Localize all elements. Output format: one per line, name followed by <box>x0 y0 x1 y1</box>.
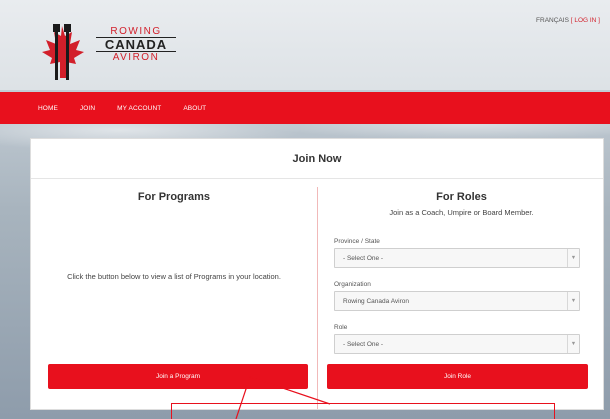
roles-column: For Roles Join as a Coach, Umpire or Boa… <box>318 180 605 411</box>
nav-item-home[interactable]: HOME <box>38 105 58 112</box>
province-label: Province / State <box>334 238 380 245</box>
page-title: Join Now <box>31 139 603 179</box>
organization-label: Organization <box>334 281 371 288</box>
logo-line-1: ROWING <box>110 26 162 37</box>
header-links: FRANÇAIS [ LOG IN ] <box>536 17 600 24</box>
roles-description: Join as a Coach, Umpire or Board Member. <box>389 208 534 217</box>
main-nav: HOME JOIN MY ACCOUNT ABOUT <box>0 92 610 124</box>
nav-item-my-account[interactable]: MY ACCOUNT <box>117 105 161 112</box>
chevron-down-icon[interactable]: ▼ <box>567 249 579 267</box>
role-select-value: - Select One - <box>343 340 384 348</box>
organization-select[interactable]: Rowing Canada Aviron ▼ <box>334 291 580 311</box>
programs-column: For Programs Click the button below to v… <box>31 180 317 411</box>
nav-item-join[interactable]: JOIN <box>80 105 95 112</box>
logo-line-2: CANADA <box>96 37 176 52</box>
province-select-value: - Select One - <box>343 254 384 262</box>
organization-select-value: Rowing Canada Aviron <box>343 297 410 305</box>
site-header: ROWING CANADA AVIRON FRANÇAIS [ LOG IN ] <box>0 0 610 90</box>
programs-description: Click the button below to view a list of… <box>67 272 281 281</box>
join-panel: Join Now For Programs Click the button b… <box>30 138 604 410</box>
language-toggle-link[interactable]: FRANÇAIS <box>536 17 569 24</box>
logo-line-3: AVIRON <box>112 52 160 63</box>
roles-heading: For Roles <box>436 191 487 203</box>
annotation-callout <box>171 403 555 419</box>
chevron-down-icon[interactable]: ▼ <box>567 335 579 353</box>
nav-item-about[interactable]: ABOUT <box>183 105 206 112</box>
login-link[interactable]: [ LOG IN ] <box>571 17 600 24</box>
chevron-down-icon[interactable]: ▼ <box>567 292 579 310</box>
programs-heading: For Programs <box>137 191 211 203</box>
join-role-button[interactable]: Join Role <box>327 364 588 389</box>
logo-wordmark: ROWING CANADA AVIRON <box>96 26 176 63</box>
join-program-button[interactable]: Join a Program <box>48 364 308 389</box>
role-select[interactable]: - Select One - ▼ <box>334 334 580 354</box>
role-label: Role <box>334 324 348 331</box>
province-select[interactable]: - Select One - ▼ <box>334 248 580 268</box>
